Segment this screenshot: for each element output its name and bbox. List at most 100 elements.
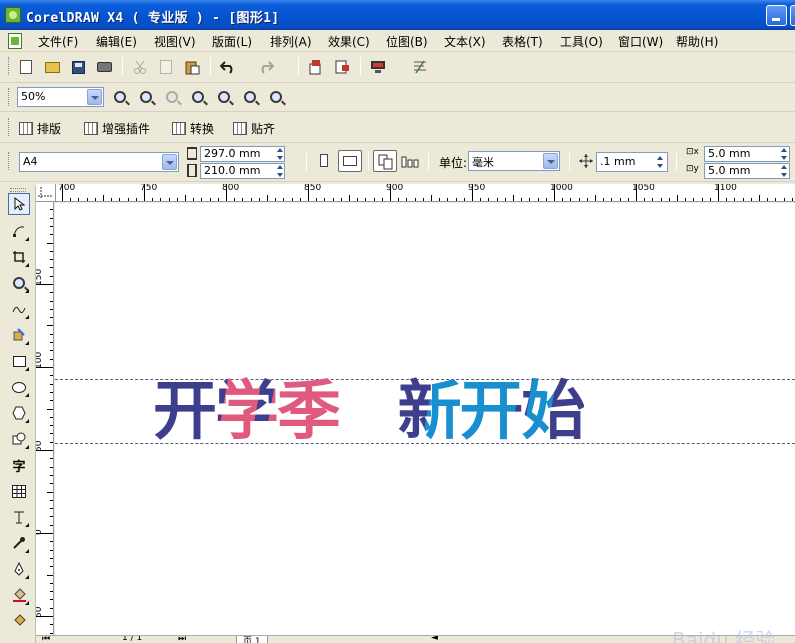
zoom-to-all-objects-icon[interactable] xyxy=(188,87,208,107)
enhance-plugin-button[interactable]: 增强插件 xyxy=(84,118,150,138)
text-icon: 字 xyxy=(12,459,26,475)
zoom-level-combo[interactable]: 50% xyxy=(17,87,104,107)
zoom-to-page-height-icon[interactable] xyxy=(266,87,286,107)
basic-shapes-tool[interactable] xyxy=(8,428,30,450)
first-page-button[interactable]: ⏮ xyxy=(42,636,50,643)
units-label: 单位: xyxy=(439,156,468,170)
toolbox-grip[interactable] xyxy=(10,188,26,192)
menu-table[interactable]: 表格(T) xyxy=(502,33,543,50)
freehand-tool[interactable] xyxy=(8,298,30,320)
undo-icon[interactable] xyxy=(218,57,238,77)
vertical-ruler[interactable]: 15010050050 xyxy=(36,202,54,636)
snap-button[interactable]: 贴齐 xyxy=(233,118,275,138)
dimension-icon xyxy=(14,511,24,524)
nudge-spinner[interactable] xyxy=(655,154,666,170)
horizontal-ruler[interactable]: 700 750 800 850 900 950 1000 1050 1100 xyxy=(56,184,795,202)
new-icon[interactable] xyxy=(16,57,36,77)
chevron-down-icon[interactable] xyxy=(87,89,102,105)
ruler-tick xyxy=(562,198,563,201)
menu-bitmaps[interactable]: 位图(B) xyxy=(386,33,428,50)
application-launcher-icon[interactable] xyxy=(368,57,388,77)
nudge-icon xyxy=(576,151,596,171)
paper-size-combo[interactable]: A4 xyxy=(19,152,179,172)
polygon-tool[interactable] xyxy=(8,402,30,424)
paper-height-spinner[interactable] xyxy=(275,163,286,179)
paste-icon[interactable] xyxy=(182,57,202,77)
last-page-button[interactable]: ⏭ xyxy=(178,636,186,643)
artwork-text-part2[interactable]: 新开始 xyxy=(398,375,586,449)
all-pages-button[interactable] xyxy=(373,150,397,172)
ruler-tick xyxy=(759,195,760,201)
crop-tool[interactable] xyxy=(8,246,30,268)
pen-nib-icon xyxy=(14,562,24,576)
current-page-icon[interactable] xyxy=(400,151,420,171)
drawing-canvas[interactable]: 开学季 新开始 xyxy=(55,203,795,635)
cut-icon[interactable] xyxy=(130,57,150,77)
smart-fill-tool[interactable] xyxy=(8,324,30,346)
page-tab[interactable]: 页 1 xyxy=(236,636,268,643)
paper-height-field[interactable]: 210.0 mm xyxy=(200,163,285,179)
save-icon[interactable] xyxy=(68,57,88,77)
eyedropper-tool[interactable] xyxy=(8,532,30,554)
print-icon[interactable] xyxy=(94,57,114,77)
duplicate-distance-y-field[interactable]: 5.0 mm xyxy=(704,163,790,179)
coreldraw-app-icon[interactable] xyxy=(5,7,21,23)
menu-window[interactable]: 窗口(W) xyxy=(618,33,663,50)
shape-tool[interactable] xyxy=(8,220,30,242)
open-icon[interactable] xyxy=(42,57,62,77)
convert-button[interactable]: 转换 xyxy=(172,118,214,138)
maximize-button[interactable] xyxy=(790,5,795,26)
chevron-down-icon[interactable] xyxy=(543,153,558,169)
dup-x-spinner[interactable] xyxy=(779,146,790,162)
zoom-in-icon[interactable] xyxy=(110,87,130,107)
units-combo[interactable]: 毫米 xyxy=(468,151,560,171)
landscape-button[interactable] xyxy=(338,150,362,172)
menu-help[interactable]: 帮助(H) xyxy=(676,33,718,50)
ruler-tick xyxy=(587,198,588,201)
text-tool[interactable]: 字 xyxy=(8,454,30,476)
portrait-icon[interactable] xyxy=(320,154,328,167)
menu-effects[interactable]: 效果(C) xyxy=(328,33,370,50)
import-icon[interactable] xyxy=(306,57,326,77)
paper-width-field[interactable]: 297.0 mm xyxy=(200,146,285,162)
rectangle-tool[interactable] xyxy=(8,350,30,372)
paper-width-spinner[interactable] xyxy=(275,146,286,162)
artwork-text-part1[interactable]: 开学季 xyxy=(153,375,341,449)
toolbar-grip[interactable] xyxy=(8,152,11,170)
chevron-down-icon[interactable] xyxy=(162,154,177,170)
copy-icon[interactable] xyxy=(156,57,176,77)
duplicate-distance-x-field[interactable]: 5.0 mm xyxy=(704,146,790,162)
document-icon[interactable] xyxy=(8,33,22,49)
scroll-left-icon[interactable]: ◄ xyxy=(431,636,438,643)
minimize-button[interactable] xyxy=(766,5,787,26)
outline-tool[interactable] xyxy=(8,558,30,580)
zoom-to-selected-icon[interactable] xyxy=(162,87,182,107)
zoom-tool[interactable] xyxy=(8,272,30,294)
menu-text[interactable]: 文本(X) xyxy=(444,33,486,50)
redo-icon[interactable] xyxy=(256,57,276,77)
menu-arrange[interactable]: 排列(A) xyxy=(270,33,312,50)
interactive-fill-tool[interactable] xyxy=(8,610,30,632)
toolbar-grip[interactable] xyxy=(8,88,11,106)
table-tool[interactable] xyxy=(8,480,30,502)
pick-tool[interactable] xyxy=(8,193,30,215)
dup-y-spinner[interactable] xyxy=(779,163,790,179)
ellipse-tool[interactable] xyxy=(8,376,30,398)
menu-view[interactable]: 视图(V) xyxy=(154,33,196,50)
typeset-button[interactable]: 排版 xyxy=(19,118,61,138)
toolbar-grip[interactable] xyxy=(8,118,11,136)
menu-tools[interactable]: 工具(O) xyxy=(560,33,603,50)
menu-file[interactable]: 文件(F) xyxy=(38,33,78,50)
welcome-icon[interactable] xyxy=(410,57,430,77)
menu-layout[interactable]: 版面(L) xyxy=(212,33,252,50)
dimension-tool[interactable] xyxy=(8,506,30,528)
toolbar-grip[interactable] xyxy=(8,57,11,75)
menu-edit[interactable]: 编辑(E) xyxy=(96,33,137,50)
ruler-origin[interactable] xyxy=(36,184,56,202)
fill-tool[interactable] xyxy=(8,584,30,606)
artwork-text-group[interactable]: 开学季 新开始 xyxy=(153,380,586,444)
zoom-to-page-icon[interactable] xyxy=(214,87,234,107)
zoom-to-page-width-icon[interactable] xyxy=(240,87,260,107)
zoom-out-icon[interactable] xyxy=(136,87,156,107)
export-icon[interactable] xyxy=(332,57,352,77)
